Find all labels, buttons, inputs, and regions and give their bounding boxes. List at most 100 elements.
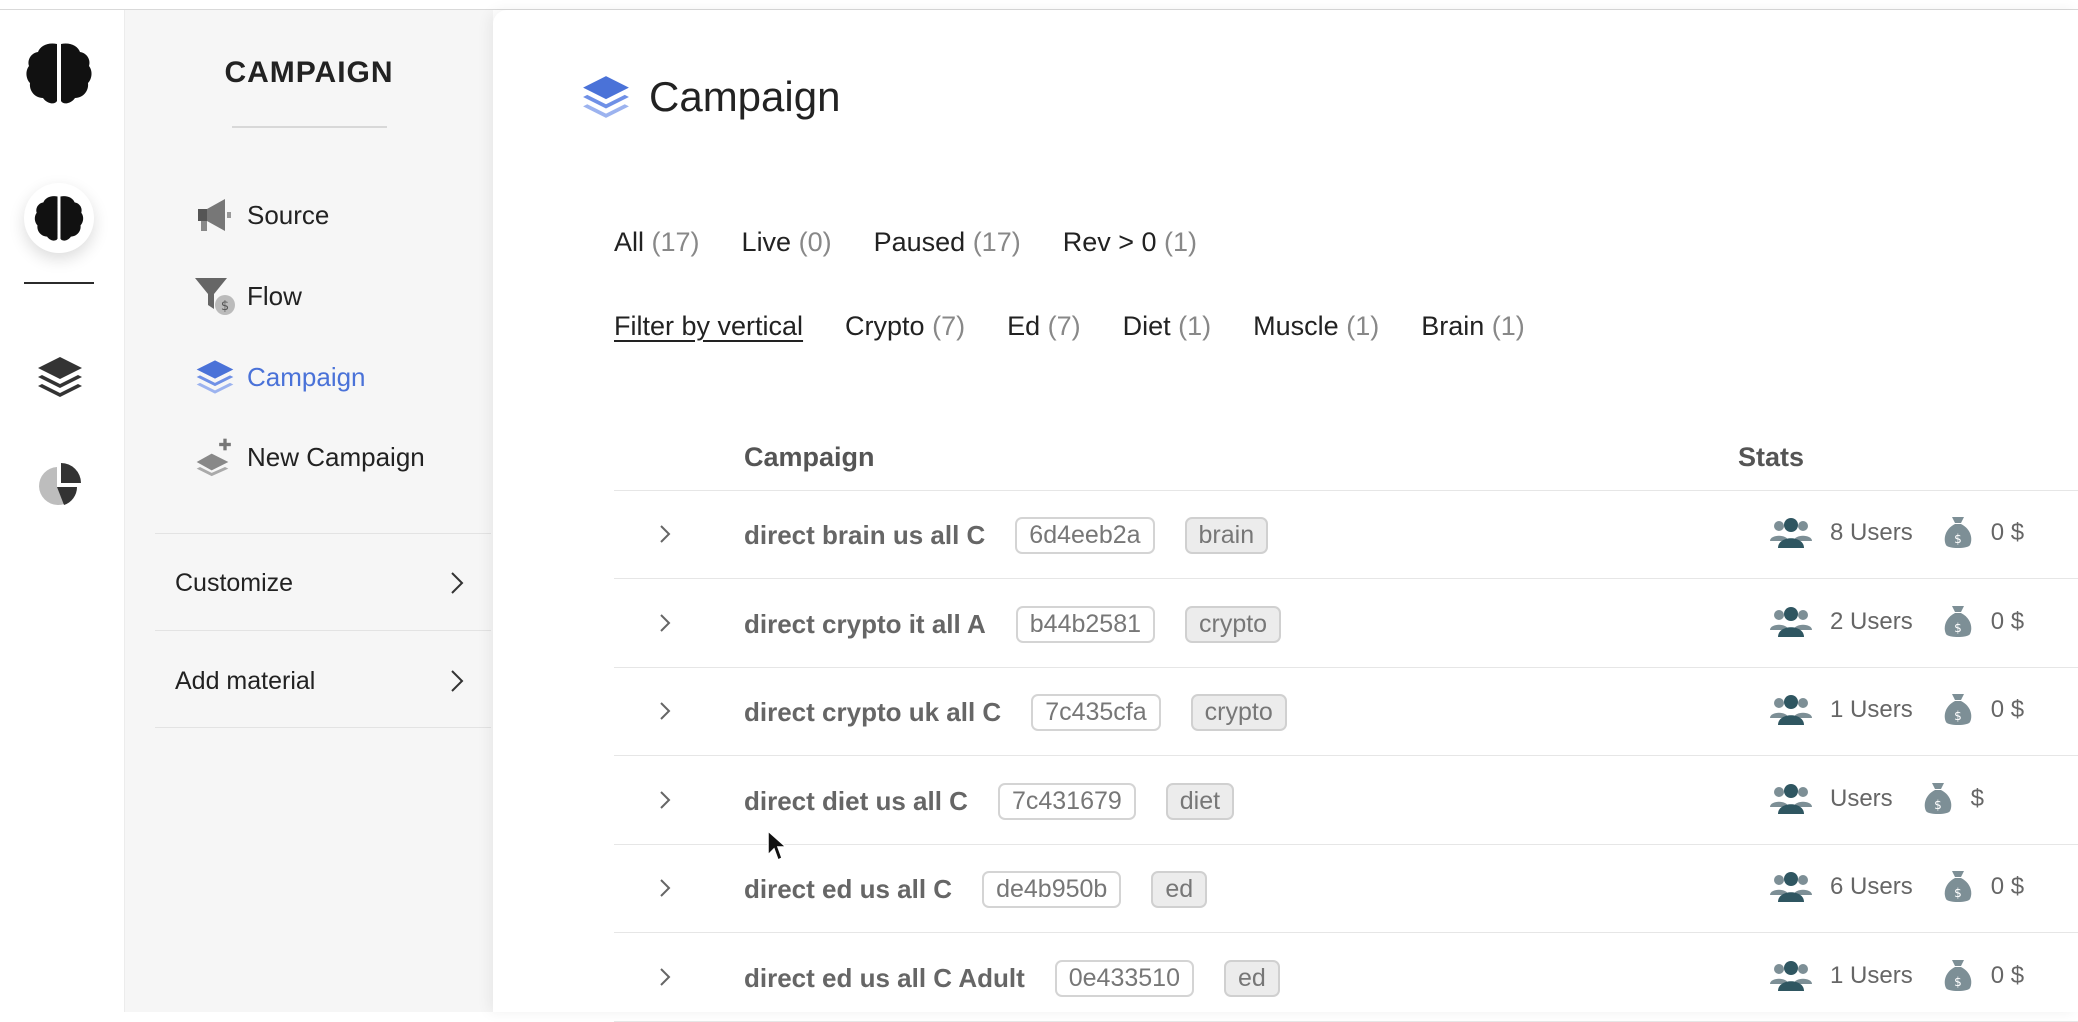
campaign-name[interactable]: direct ed us all C — [744, 874, 952, 905]
svg-text:$: $ — [1934, 798, 1942, 812]
filter-paused[interactable]: Paused (17) — [874, 227, 1021, 258]
chevron-right-icon — [451, 572, 464, 594]
campaign-name[interactable]: direct crypto it all A — [744, 609, 986, 640]
money-bag-icon: $ — [1943, 692, 1973, 728]
vertical-muscle[interactable]: Muscle (1) — [1253, 311, 1379, 342]
filter-live[interactable]: Live (0) — [742, 227, 832, 258]
chevron-right-icon — [451, 670, 464, 692]
revenue-value: 0 $ — [1990, 519, 2025, 546]
filter-count: (1) — [1346, 311, 1380, 341]
campaign-cell: direct brain us all C 6d4eeb2a brain — [744, 517, 1269, 554]
vertical-ed[interactable]: Ed (7) — [1007, 311, 1081, 342]
users-count: Users — [1830, 784, 1893, 812]
chevron-right-icon[interactable] — [652, 610, 678, 636]
main-panel: Campaign All (17) Live (0) Paused (17) R… — [493, 10, 2078, 1022]
users-icon — [1770, 781, 1812, 817]
sidebar-item-flow[interactable]: $ Flow — [193, 271, 302, 321]
filter-count: (1) — [1178, 311, 1212, 341]
campaign-cell: direct crypto uk all C 7c435cfa crypto — [744, 694, 1287, 732]
svg-text:$: $ — [1954, 709, 1962, 723]
sidebar-separator — [155, 533, 491, 534]
filter-label: Live — [741, 227, 792, 257]
sidebar: CAMPAIGN Source $ Flow Campaign New Camp… — [125, 10, 493, 1012]
filter-count: (0) — [798, 227, 832, 257]
money-bag-icon: $ — [1943, 958, 1973, 994]
users-icon — [1770, 869, 1812, 905]
rail-pie-chart-icon[interactable] — [36, 462, 82, 508]
campaign-id-chip: 6d4eeb2a — [1015, 517, 1155, 554]
campaign-name[interactable]: direct brain us all C — [744, 520, 985, 551]
revenue-value: $ — [1970, 784, 1985, 812]
sidebar-item-new-campaign[interactable]: New Campaign — [193, 432, 425, 482]
filter-label: All — [614, 227, 645, 257]
sidebar-menu-add-material[interactable]: Add material — [175, 656, 465, 706]
users-icon — [1770, 604, 1812, 640]
sidebar-item-label: Flow — [247, 280, 302, 311]
vertical-diet[interactable]: Diet (1) — [1123, 311, 1212, 342]
svg-text:$: $ — [1954, 621, 1962, 635]
rail-layers-icon[interactable] — [36, 355, 84, 399]
filter-count: (17) — [972, 227, 1021, 257]
users-count: 1 Users — [1830, 696, 1913, 724]
campaign-id-chip: de4b950b — [982, 871, 1122, 909]
column-header-campaign: Campaign — [744, 442, 875, 472]
sidebar-item-campaign[interactable]: Campaign — [193, 352, 366, 402]
svg-text:$: $ — [221, 299, 229, 314]
status-filter-bar: All (17) Live (0) Paused (17) Rev > 0 (1… — [614, 227, 1239, 258]
chevron-right-icon[interactable] — [652, 698, 678, 724]
campaign-name[interactable]: direct diet us all C — [744, 786, 968, 817]
filter-count: (17) — [651, 227, 700, 257]
sidebar-item-label: Source — [247, 199, 330, 230]
filter-label: Muscle — [1253, 311, 1339, 341]
stats-cell: Users $ $ — [1770, 781, 1984, 817]
vertical-brain[interactable]: Brain (1) — [1421, 311, 1525, 342]
campaign-name[interactable]: direct crypto uk all C — [744, 697, 1001, 728]
table-row[interactable]: direct ed us all C Adult 0e433510 ed 1 User… — [614, 933, 2078, 1022]
filter-label: Crypto — [845, 311, 925, 341]
sidebar-menu-label: Add material — [175, 666, 316, 695]
layers-plus-icon — [193, 435, 237, 479]
vertical-tag: ed — [1223, 960, 1280, 997]
filter-label: Brain — [1421, 311, 1485, 341]
brain-logo-icon[interactable] — [24, 38, 94, 108]
table-row[interactable]: direct diet us all C 7c431679 diet Users $ $ — [614, 756, 2078, 845]
sidebar-title-rule — [232, 126, 387, 128]
sidebar-separator — [155, 630, 491, 631]
chevron-right-icon[interactable] — [652, 521, 678, 547]
vertical-tag: diet — [1165, 782, 1235, 820]
table-row[interactable]: direct brain us all C 6d4eeb2a brain 8 User… — [614, 490, 2078, 579]
chevron-right-icon[interactable] — [652, 964, 678, 990]
users-count: 8 Users — [1830, 519, 1913, 546]
svg-text:$: $ — [1954, 975, 1962, 989]
campaign-name[interactable]: direct ed us all C Adult — [744, 963, 1025, 994]
filter-by-vertical-link[interactable]: Filter by vertical — [614, 311, 803, 342]
svg-text:$: $ — [1954, 532, 1962, 546]
sidebar-item-source[interactable]: Source — [193, 190, 329, 240]
filter-rev-positive[interactable]: Rev > 0 (1) — [1063, 227, 1197, 258]
chevron-right-icon[interactable] — [652, 787, 678, 813]
table-row[interactable]: direct crypto uk all C 7c435cfa crypto 1 Us… — [614, 667, 2078, 757]
stats-cell: 6 Users $0 $ — [1770, 869, 2024, 905]
vertical-tag: brain — [1184, 517, 1269, 554]
chevron-right-icon[interactable] — [652, 875, 678, 901]
sidebar-menu-label: Customize — [175, 568, 294, 597]
vertical-filter-bar: Filter by vertical Crypto (7) Ed (7) Die… — [614, 311, 1567, 342]
filter-count: (1) — [1164, 227, 1198, 257]
stats-cell: 1 Users $0 $ — [1770, 692, 2024, 728]
sidebar-menu-customize[interactable]: Customize — [175, 558, 465, 608]
campaign-cell: direct crypto it all A b44b2581 crypto — [744, 605, 1282, 643]
rail-divider — [24, 282, 94, 284]
table-row[interactable]: direct ed us all C de4b950b ed 6 Users $0 $ — [614, 844, 2078, 934]
rail-brain-button[interactable] — [24, 183, 94, 253]
users-icon — [1770, 692, 1812, 728]
mouse-cursor-icon — [767, 829, 788, 862]
campaign-id-chip: 7c435cfa — [1031, 694, 1161, 732]
table-row[interactable]: direct crypto it all A b44b2581 crypto 2 Us… — [614, 579, 2078, 668]
stats-cell: 1 Users $0 $ — [1770, 958, 2024, 994]
layers-icon — [193, 355, 237, 399]
campaign-id-chip: 7c431679 — [997, 782, 1136, 820]
filter-label: Paused — [873, 227, 966, 257]
page-title: Campaign — [581, 72, 840, 122]
vertical-crypto[interactable]: Crypto (7) — [845, 311, 965, 342]
filter-all[interactable]: All (17) — [614, 227, 700, 258]
